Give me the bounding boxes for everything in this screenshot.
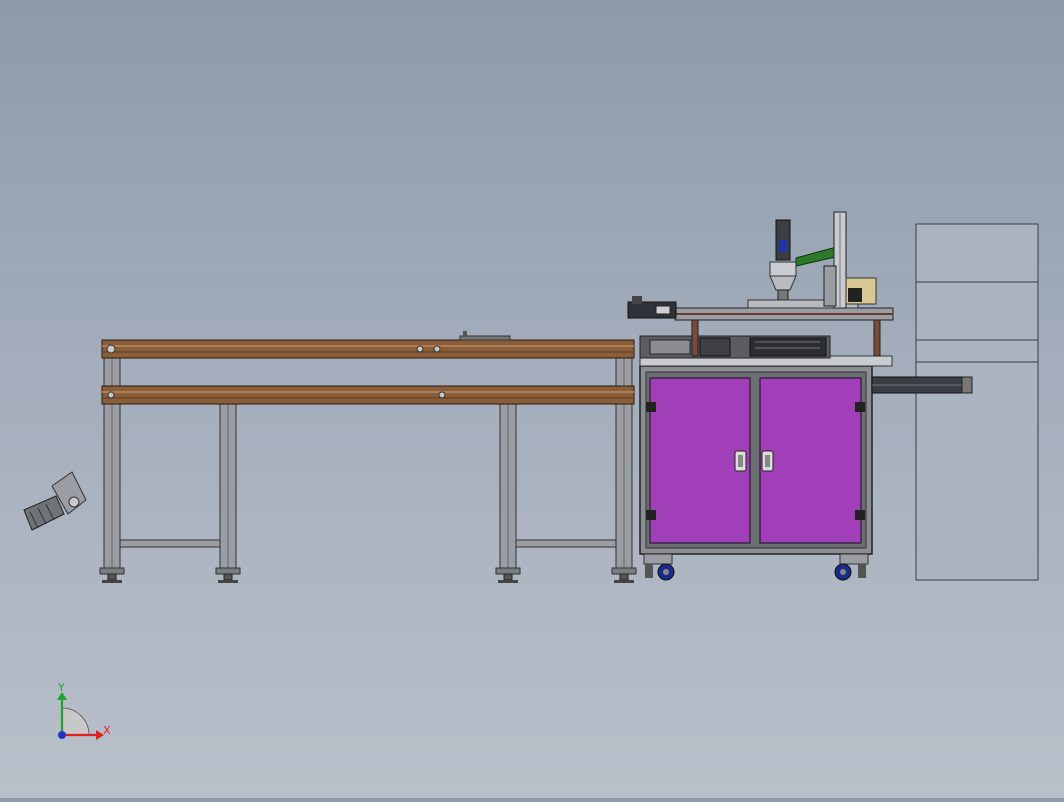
conveyor-assembly[interactable] bbox=[99, 331, 637, 583]
hinge bbox=[855, 402, 865, 412]
caster-icon[interactable] bbox=[645, 563, 675, 581]
y-axis-label: Y bbox=[57, 681, 65, 694]
assembly-drawing[interactable]: X Y bbox=[0, 0, 1064, 798]
z-axis-indicator bbox=[58, 731, 66, 739]
conveyor-leg[interactable] bbox=[495, 403, 521, 583]
side-panel-cabinet[interactable] bbox=[915, 223, 1039, 581]
conveyor-crossbar bbox=[515, 539, 617, 548]
conveyor-leg[interactable] bbox=[215, 403, 241, 583]
conveyor-crossbar bbox=[119, 539, 221, 548]
cad-viewport[interactable]: X Y bbox=[0, 0, 1064, 798]
hinge bbox=[646, 510, 656, 520]
conveyor-lower-rail[interactable] bbox=[101, 385, 635, 405]
caster-icon[interactable] bbox=[834, 563, 866, 581]
conveyor-upper-rail[interactable] bbox=[101, 331, 635, 359]
viewport-triad-icon[interactable]: X Y bbox=[57, 681, 111, 740]
machine-cabinet[interactable] bbox=[639, 365, 873, 581]
cabinet-door-left[interactable] bbox=[649, 377, 751, 544]
hinge bbox=[646, 402, 656, 412]
hinge bbox=[855, 510, 865, 520]
worktable-mechanism[interactable] bbox=[627, 211, 894, 367]
output-rail[interactable] bbox=[871, 376, 973, 394]
motor-icon[interactable] bbox=[23, 471, 87, 531]
cabinet-door-right[interactable] bbox=[759, 377, 862, 544]
x-axis-label: X bbox=[103, 724, 111, 737]
